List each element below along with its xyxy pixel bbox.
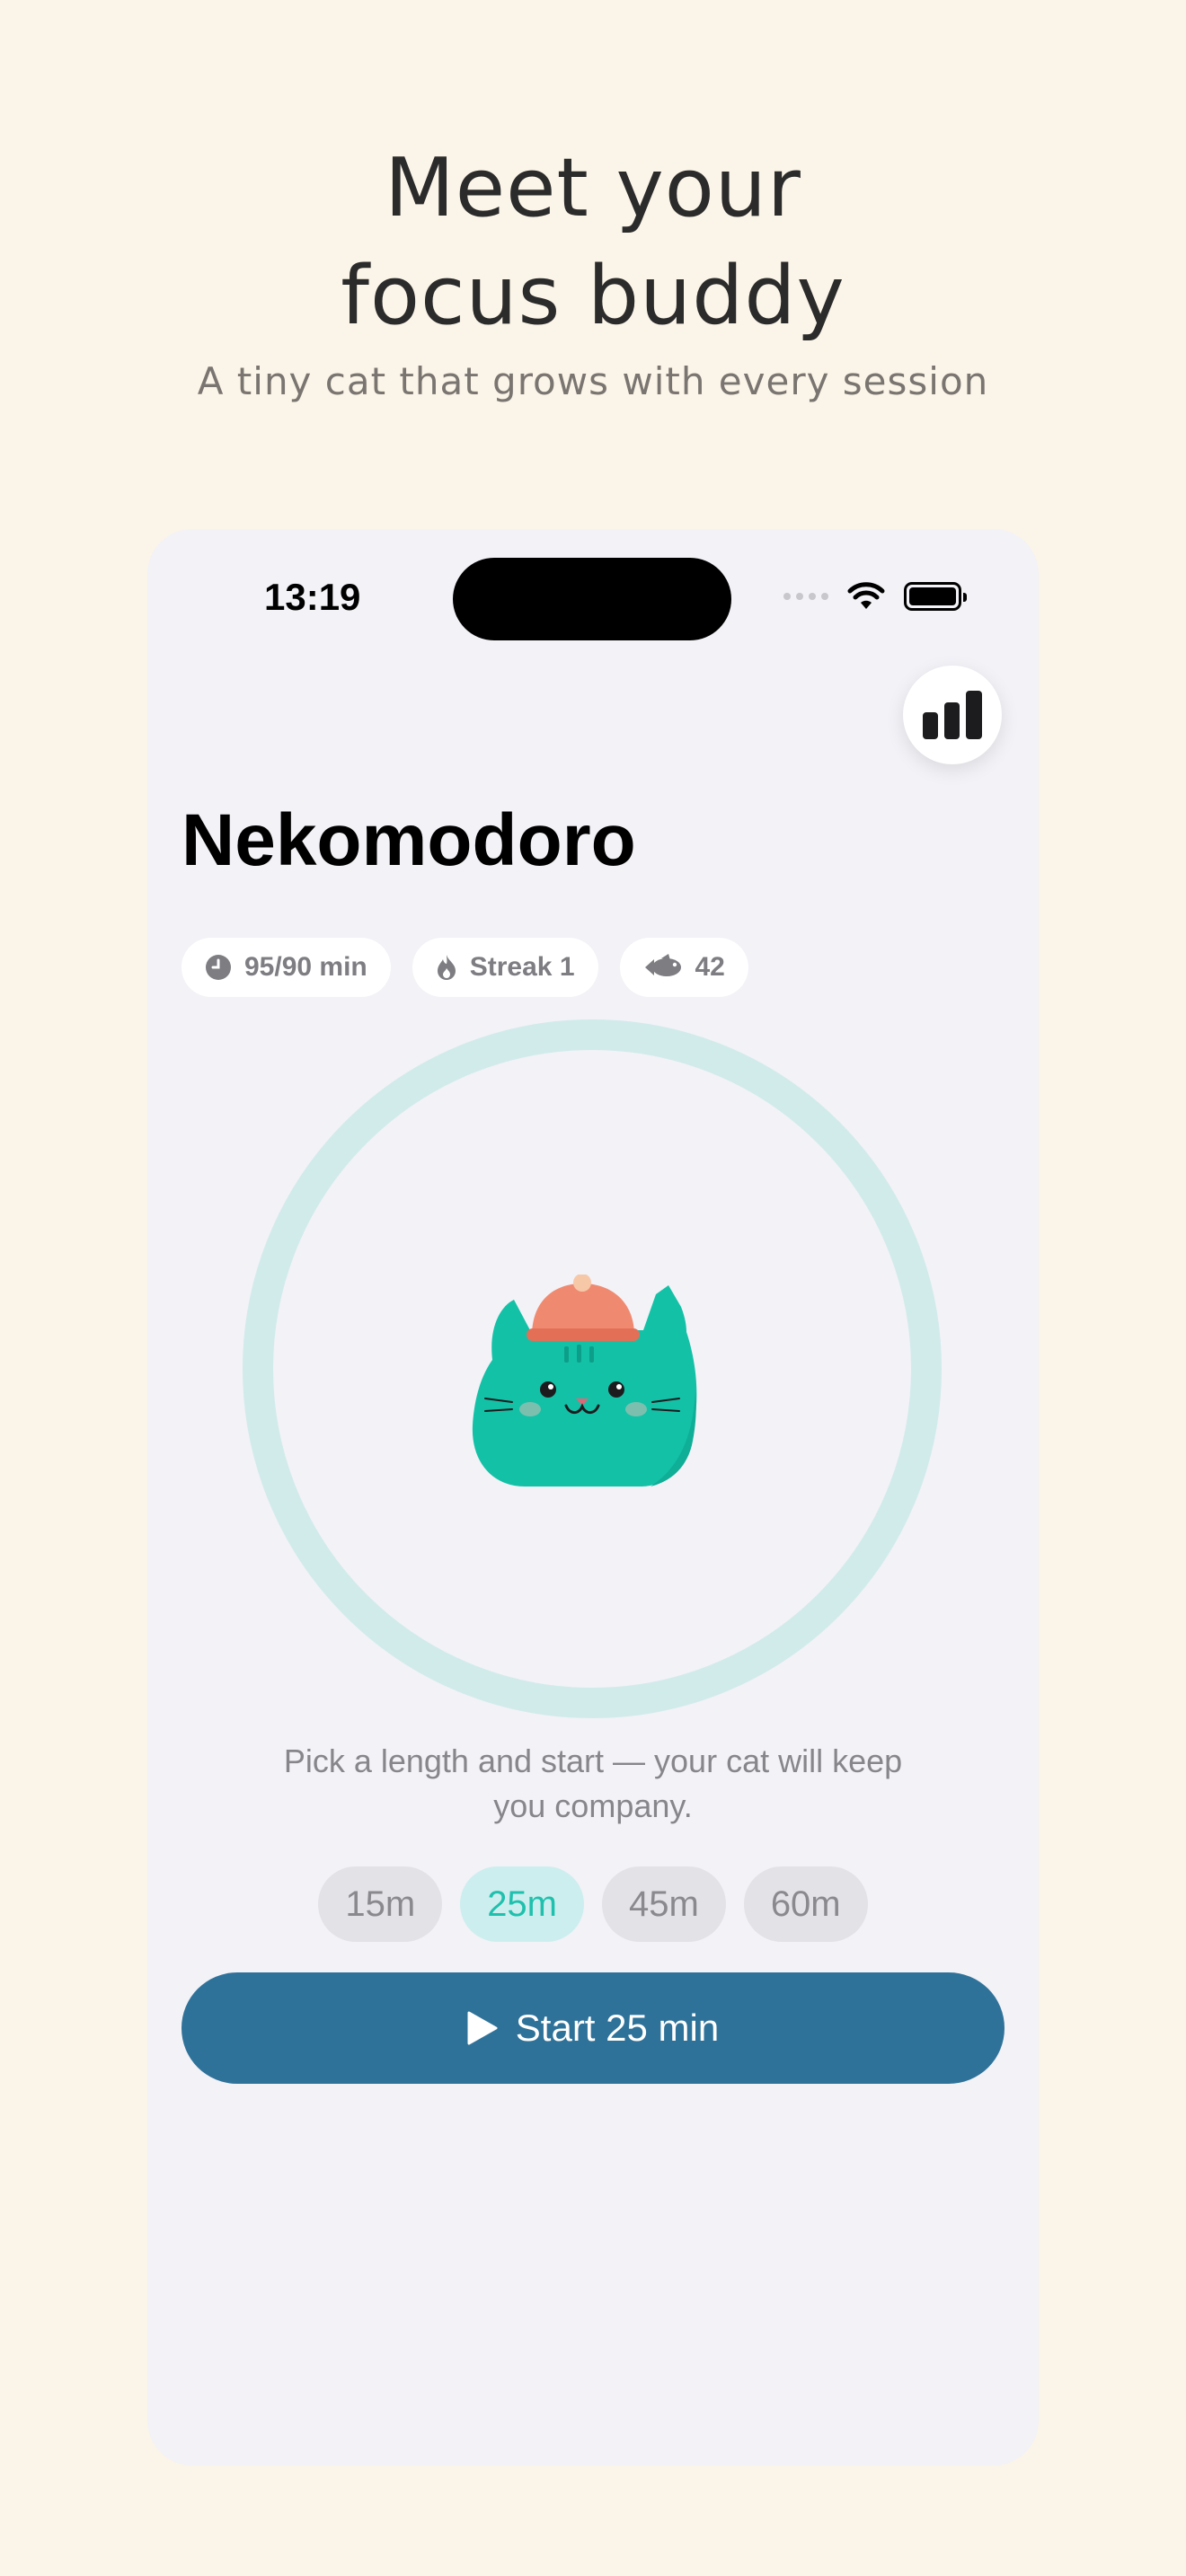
minutes-chip-label: 95/90 min	[244, 952, 367, 982]
phone-screen: 13:19 Nekomodoro 95/90 min Streak 1 42 P…	[147, 529, 1039, 2466]
dynamic-island	[453, 558, 731, 640]
clock-icon	[206, 955, 231, 980]
start-button-label: Start 25 min	[515, 2007, 720, 2049]
signal-dots-icon	[783, 593, 828, 600]
promo-header: Meet your focus buddy A tiny cat that gr…	[0, 135, 1186, 403]
minutes-chip: 95/90 min	[181, 938, 391, 997]
duration-45m-button[interactable]: 45m	[602, 1866, 726, 1942]
bar-chart-icon	[923, 691, 982, 739]
app-title: Nekomodoro	[181, 799, 636, 881]
start-button[interactable]: Start 25 min	[181, 1972, 1005, 2084]
promo-subtitle: A tiny cat that grows with every session	[197, 359, 989, 403]
fish-chip-label: 42	[695, 952, 725, 982]
promo-title: Meet your focus buddy	[0, 135, 1186, 350]
duration-picker: 15m 25m 45m 60m	[147, 1866, 1039, 1942]
flame-icon	[437, 955, 456, 980]
wifi-icon	[847, 582, 885, 609]
duration-25m-button[interactable]: 25m	[460, 1866, 584, 1942]
streak-chip: Streak 1	[412, 938, 598, 997]
streak-chip-label: Streak 1	[469, 952, 575, 982]
battery-icon	[904, 582, 967, 611]
status-icons	[783, 581, 967, 612]
hint-text: Pick a length and start — your cat will …	[283, 1742, 903, 1824]
cat-icon	[472, 1275, 697, 1486]
play-icon	[467, 2011, 498, 2045]
fish-icon	[644, 954, 681, 976]
promo-title-line-2: focus buddy	[341, 249, 845, 343]
status-time: 13:19	[264, 576, 361, 618]
duration-60m-button[interactable]: 60m	[743, 1866, 868, 1942]
stats-button[interactable]	[903, 666, 1002, 764]
promo-title-line-1: Meet your	[385, 141, 801, 235]
fish-chip: 42	[619, 938, 748, 997]
stat-chips: 95/90 min Streak 1 42	[181, 938, 748, 997]
duration-15m-button[interactable]: 15m	[318, 1866, 443, 1942]
